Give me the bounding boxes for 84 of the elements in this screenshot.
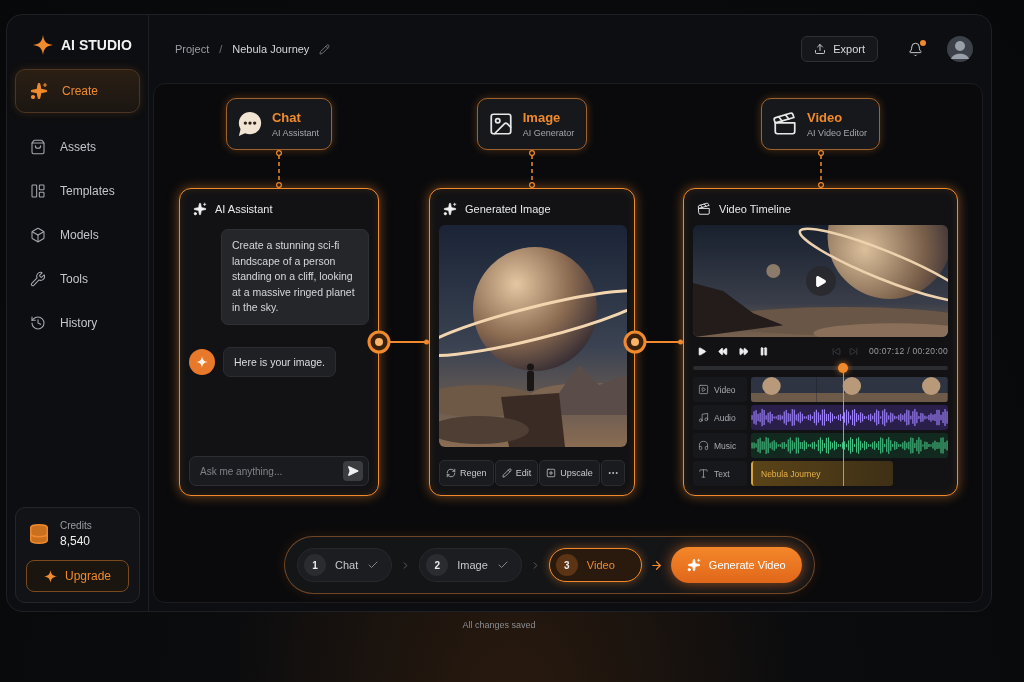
assistant-avatar-icon: [189, 348, 215, 375]
nav-item[interactable]: History: [15, 301, 140, 345]
image-icon: [487, 111, 514, 137]
pencil-icon: [501, 468, 512, 478]
step-tab[interactable]: 2 Image: [419, 548, 522, 582]
panel-title: Generated Image: [465, 203, 551, 215]
step-number: 1: [304, 554, 326, 576]
step-number: 3: [555, 554, 578, 576]
coin-stack-icon: [28, 523, 50, 545]
regenerate-button[interactable]: Regen: [439, 460, 494, 486]
export-button[interactable]: Export: [801, 36, 878, 62]
fast-forward-icon[interactable]: [738, 345, 749, 357]
clapperboard-icon: [772, 111, 799, 137]
track-label: Video: [714, 384, 736, 395]
credits-label: Credits: [60, 520, 92, 531]
layout-icon: [30, 183, 46, 199]
sparkle-icon: [193, 202, 207, 216]
cube-icon: [30, 227, 46, 243]
chat-input[interactable]: Ask me anything...: [189, 456, 369, 486]
sparkle-icon: [443, 202, 457, 216]
step-tab[interactable]: 3 Video: [548, 548, 642, 582]
send-button[interactable]: [343, 461, 363, 481]
edit-button[interactable]: Edit: [494, 460, 539, 486]
pause-icon[interactable]: [759, 345, 769, 357]
sparkle-icon: [686, 558, 701, 572]
nav-item[interactable]: Templates: [15, 169, 140, 213]
panel-title: AI Assistant: [215, 203, 273, 215]
nav-item[interactable]: Create: [15, 69, 140, 113]
time-readout: 00:07:12 / 00:20:00: [869, 346, 948, 356]
message-input[interactable]: Ask me anything...: [190, 457, 337, 485]
headphones-icon: [698, 440, 709, 451]
text-clip[interactable]: Nebula Journey: [751, 461, 893, 486]
breadcrumb-separator: /: [219, 43, 223, 55]
star-icon: [44, 569, 57, 583]
nav-item[interactable]: Assets: [15, 125, 140, 169]
pencil-icon[interactable]: [319, 43, 331, 55]
assistant-message: Here is your image.: [223, 346, 337, 377]
play-square-icon: [698, 384, 709, 395]
playhead-thumb[interactable]: [838, 363, 849, 373]
bell-icon[interactable]: [908, 41, 923, 57]
wrench-icon: [30, 271, 46, 287]
history-icon: [30, 315, 46, 331]
node-subtitle: AI Video Editor: [807, 128, 867, 138]
panel-title: Video Timeline: [719, 203, 791, 215]
breadcrumb-link[interactable]: Project: [175, 43, 210, 55]
square-plus-icon: [546, 468, 557, 478]
node-title: Image: [522, 110, 562, 125]
refresh-icon: [446, 468, 456, 478]
chat-bubble-icon: [237, 111, 263, 137]
text-icon: [698, 468, 709, 479]
save-status: All changes saved: [462, 620, 536, 630]
music-note-icon: [698, 412, 709, 423]
step-tab[interactable]: 1 Chat: [297, 548, 393, 582]
video-thumbnail: [816, 377, 883, 402]
project-name: Nebula Journey: [232, 43, 310, 55]
track-label: Audio: [714, 412, 736, 423]
arrow-right-icon: [649, 558, 663, 572]
bag-icon: [30, 139, 46, 155]
clapperboard-icon: [697, 202, 711, 216]
video-thumbnail: [751, 377, 817, 402]
nav-item[interactable]: Models: [15, 213, 140, 257]
upscale-button[interactable]: Upscale: [539, 460, 600, 486]
sparkle-icon: [30, 82, 48, 100]
video-thumbnail: [882, 377, 948, 402]
upgrade-button[interactable]: Upgrade: [26, 560, 129, 592]
avatar-icon[interactable]: [947, 36, 973, 62]
node-title: Chat: [272, 110, 302, 125]
node-subtitle: AI Assistant: [272, 128, 319, 138]
user-message: Create a stunning sci-fi landscape of a person standing on a cliff, looking at a massive ringed planet in the sky.: [221, 229, 369, 325]
send-icon: [347, 465, 359, 477]
logo-text: AI STUDIO: [61, 37, 132, 53]
credits-value: 8,540: [60, 534, 92, 548]
rewind-icon[interactable]: [717, 345, 728, 357]
play-icon: [814, 274, 827, 288]
node-title: Video: [807, 110, 844, 125]
track-label: Text: [714, 468, 730, 479]
star-logo-icon: [33, 35, 53, 55]
scrub-track[interactable]: [693, 363, 948, 373]
track-label: Music: [714, 440, 737, 451]
step-number: 2: [426, 554, 449, 576]
upload-icon: [814, 43, 827, 55]
node-subtitle: AI Generator: [522, 128, 575, 138]
nav-item[interactable]: Tools: [15, 257, 140, 301]
play-icon[interactable]: [697, 345, 707, 357]
